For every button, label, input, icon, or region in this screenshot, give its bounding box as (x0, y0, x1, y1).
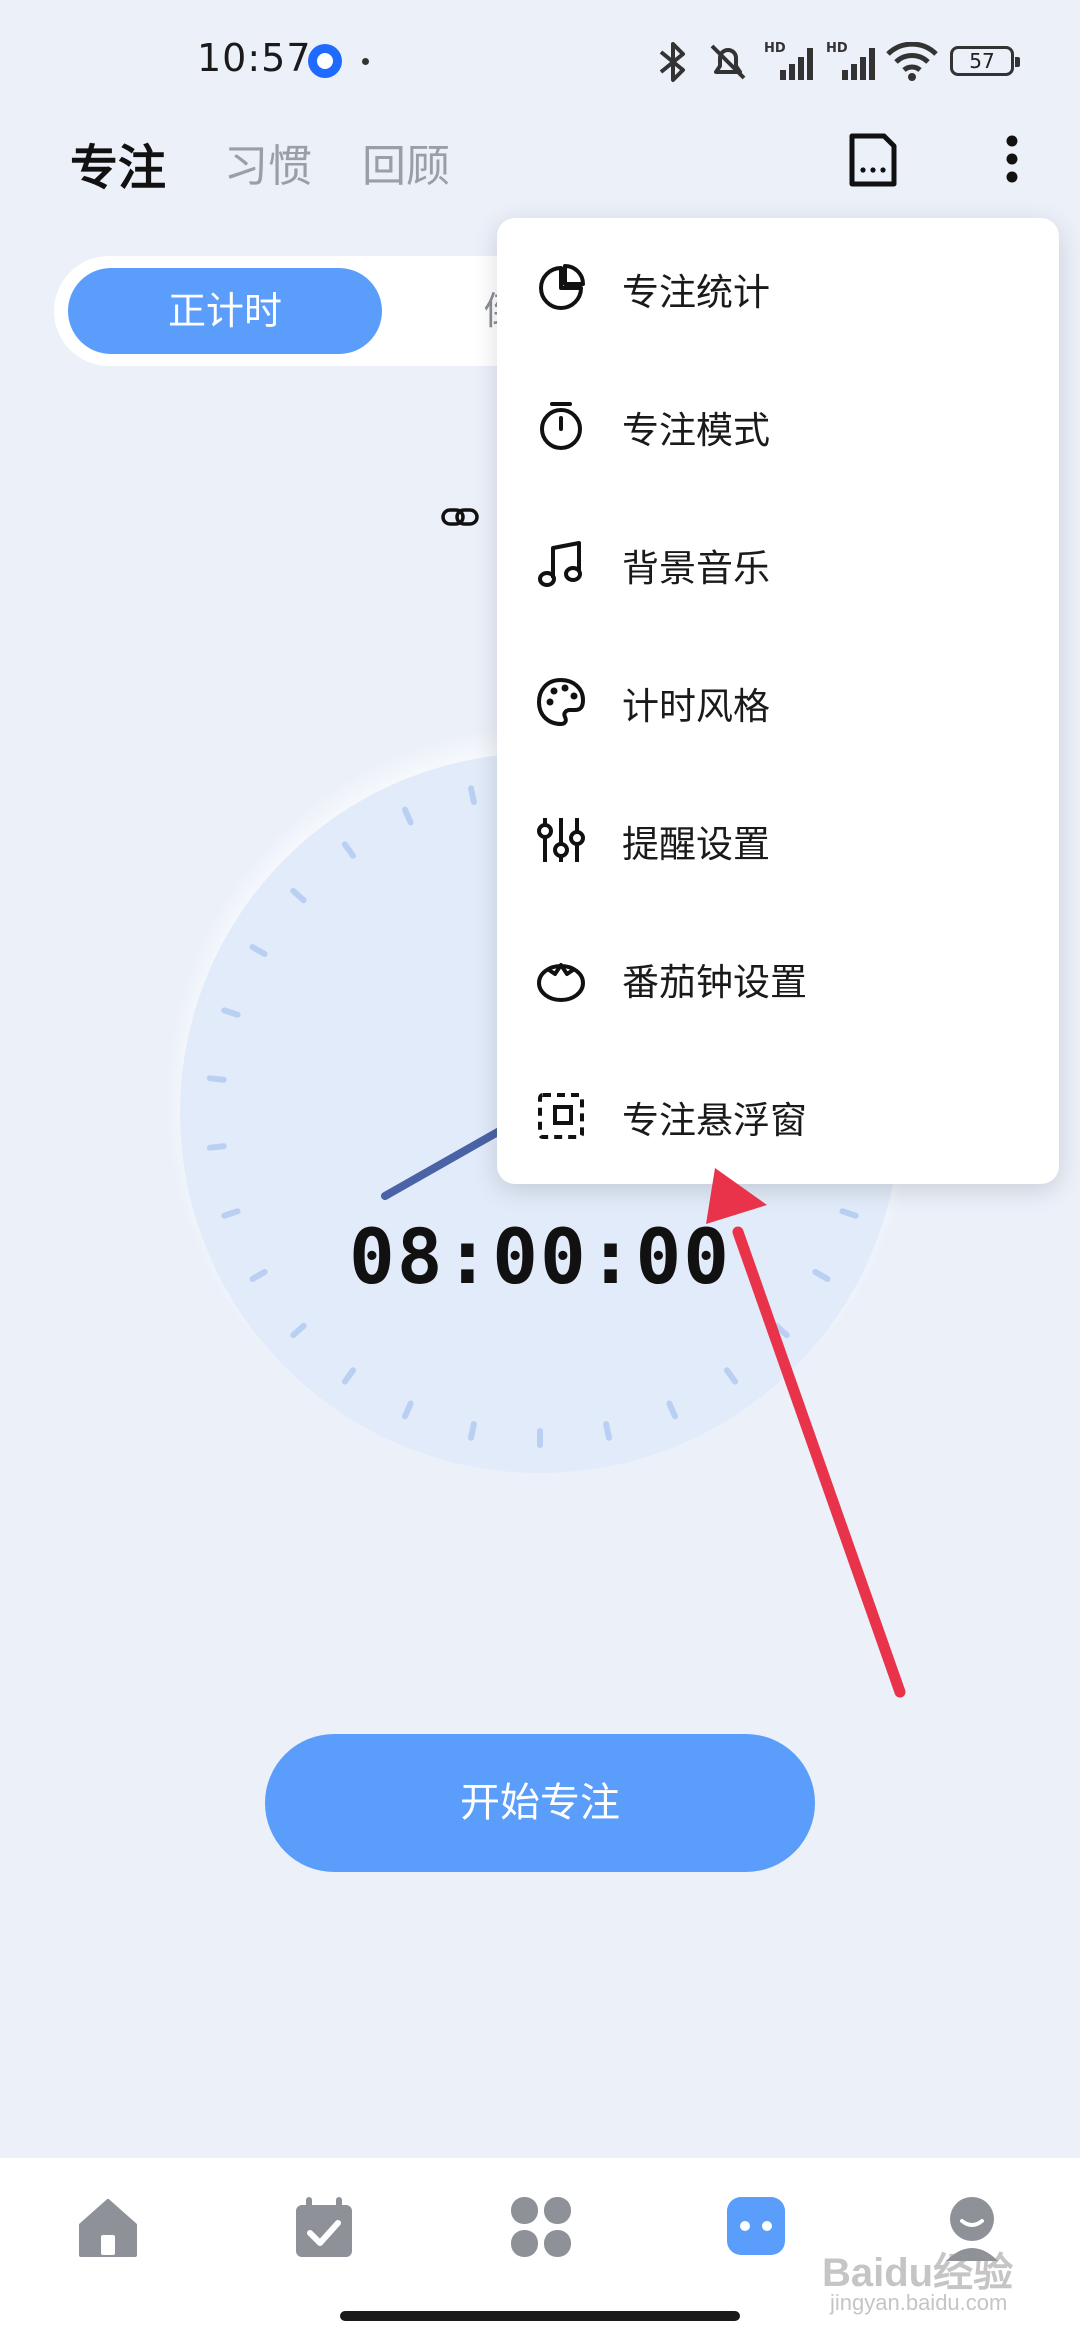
home-indicator[interactable] (340, 2311, 740, 2321)
watermark-url: jingyan.baidu.com (830, 2290, 1008, 2315)
home-icon[interactable] (75, 2195, 141, 2261)
apps-icon[interactable] (509, 2195, 573, 2259)
calendar-check-icon[interactable] (292, 2195, 356, 2261)
focus-icon[interactable] (725, 2195, 787, 2257)
annotation-arrow (706, 1168, 906, 1698)
